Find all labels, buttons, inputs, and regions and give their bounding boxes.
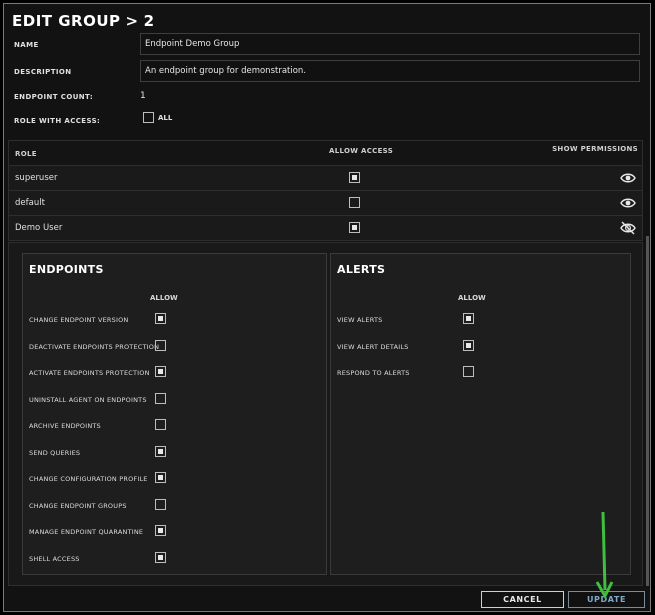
permission-checkbox[interactable] (463, 366, 474, 377)
scrollbar[interactable] (646, 236, 649, 586)
all-roles-checkbox[interactable] (143, 112, 154, 123)
eye-icon[interactable] (620, 195, 636, 215)
permission-row: CHANGE ENDPOINT GROUPS (29, 499, 309, 513)
endpoints-permissions-panel: ENDPOINTS ALLOW CHANGE ENDPOINT VERSION … (22, 253, 327, 575)
eye-icon[interactable] (620, 170, 636, 190)
permission-checkbox[interactable] (155, 419, 166, 430)
permission-row: ACTIVATE ENDPOINTS PROTECTION (29, 366, 309, 380)
cancel-button[interactable]: CANCEL (481, 591, 564, 608)
permission-row: VIEW ALERTS (337, 313, 617, 327)
permission-row: RESPOND TO ALERTS (337, 366, 617, 380)
show-permissions-column-header: SHOW PERMISSIONS (552, 145, 638, 153)
permission-row: SHELL ACCESS (29, 552, 309, 566)
description-label: DESCRIPTION (14, 68, 72, 76)
allow-access-checkbox[interactable] (349, 222, 360, 233)
dialog-title: EDIT GROUP >2 (12, 12, 155, 30)
permission-label: SHELL ACCESS (29, 555, 80, 563)
roles-table-header: ROLE ALLOW ACCESS SHOW PERMISSIONS (8, 140, 643, 166)
permission-label: RESPOND TO ALERTS (337, 369, 410, 377)
alerts-permissions-panel: ALERTS ALLOW VIEW ALERTS VIEW ALERT DETA… (330, 253, 631, 575)
name-label: NAME (14, 41, 39, 49)
allow-access-checkbox[interactable] (349, 172, 360, 183)
table-row[interactable]: Demo User (8, 216, 643, 241)
endpoints-title: ENDPOINTS (29, 263, 104, 276)
permission-label: CHANGE ENDPOINT VERSION (29, 316, 129, 324)
name-field[interactable] (140, 33, 640, 55)
roles-table: ROLE ALLOW ACCESS SHOW PERMISSIONS super… (8, 140, 643, 241)
arrow-down-icon (595, 511, 614, 600)
permission-checkbox[interactable] (155, 552, 166, 563)
permission-label: VIEW ALERT DETAILS (337, 343, 409, 351)
title-separator: > (125, 12, 139, 30)
permission-checkbox[interactable] (463, 313, 474, 324)
alerts-title: ALERTS (337, 263, 386, 276)
permission-checkbox[interactable] (155, 313, 166, 324)
permission-label: ACTIVATE ENDPOINTS PROTECTION (29, 369, 150, 377)
role-name: default (15, 198, 45, 208)
permission-checkbox[interactable] (155, 366, 166, 377)
role-name: Demo User (15, 223, 63, 233)
role-access-label: ROLE WITH ACCESS: (14, 117, 101, 125)
role-column-header: ROLE (15, 150, 37, 158)
permission-row: DEACTIVATE ENDPOINTS PROTECTION (29, 340, 309, 354)
permission-label: MANAGE ENDPOINT QUARANTINE (29, 528, 144, 536)
endpoint-count-label: ENDPOINT COUNT: (14, 93, 94, 101)
permission-label: CHANGE ENDPOINT GROUPS (29, 502, 127, 510)
endpoints-allow-header: ALLOW (150, 294, 178, 302)
role-name: superuser (15, 173, 58, 183)
allow-access-column-header: ALLOW ACCESS (329, 147, 394, 155)
endpoint-count-value: 1 (140, 91, 146, 101)
permission-row: VIEW ALERT DETAILS (337, 340, 617, 354)
all-roles-label: ALL (158, 113, 173, 122)
permission-label: VIEW ALERTS (337, 316, 383, 324)
permission-checkbox[interactable] (155, 393, 166, 404)
title-text: EDIT GROUP (12, 12, 121, 30)
table-row[interactable]: default (8, 191, 643, 216)
permission-label: DEACTIVATE ENDPOINTS PROTECTION (29, 343, 160, 351)
permission-row: ARCHIVE ENDPOINTS (29, 419, 309, 433)
permission-checkbox[interactable] (155, 446, 166, 457)
permission-checkbox[interactable] (155, 340, 166, 351)
permissions-area: ENDPOINTS ALLOW CHANGE ENDPOINT VERSION … (8, 242, 643, 586)
permission-label: SEND QUERIES (29, 449, 81, 457)
permission-checkbox[interactable] (155, 472, 166, 483)
permission-label: CHANGE CONFIGURATION PROFILE (29, 475, 148, 483)
eye-off-icon[interactable] (620, 220, 636, 240)
permission-checkbox[interactable] (155, 525, 166, 536)
permission-row: CHANGE ENDPOINT VERSION (29, 313, 309, 327)
permission-row: MANAGE ENDPOINT QUARANTINE (29, 525, 309, 539)
description-field[interactable] (140, 60, 640, 82)
permission-checkbox[interactable] (463, 340, 474, 351)
permission-label: UNINSTALL AGENT ON ENDPOINTS (29, 396, 147, 404)
permission-label: ARCHIVE ENDPOINTS (29, 422, 101, 430)
alerts-allow-header: ALLOW (458, 294, 486, 302)
allow-access-checkbox[interactable] (349, 197, 360, 208)
table-row[interactable]: superuser (8, 166, 643, 191)
permission-checkbox[interactable] (155, 499, 166, 510)
permission-row: CHANGE CONFIGURATION PROFILE (29, 472, 309, 486)
title-number: 2 (143, 12, 155, 30)
permission-row: SEND QUERIES (29, 446, 309, 460)
permission-row: UNINSTALL AGENT ON ENDPOINTS (29, 393, 309, 407)
all-roles-toggle[interactable]: ALL (143, 112, 172, 123)
